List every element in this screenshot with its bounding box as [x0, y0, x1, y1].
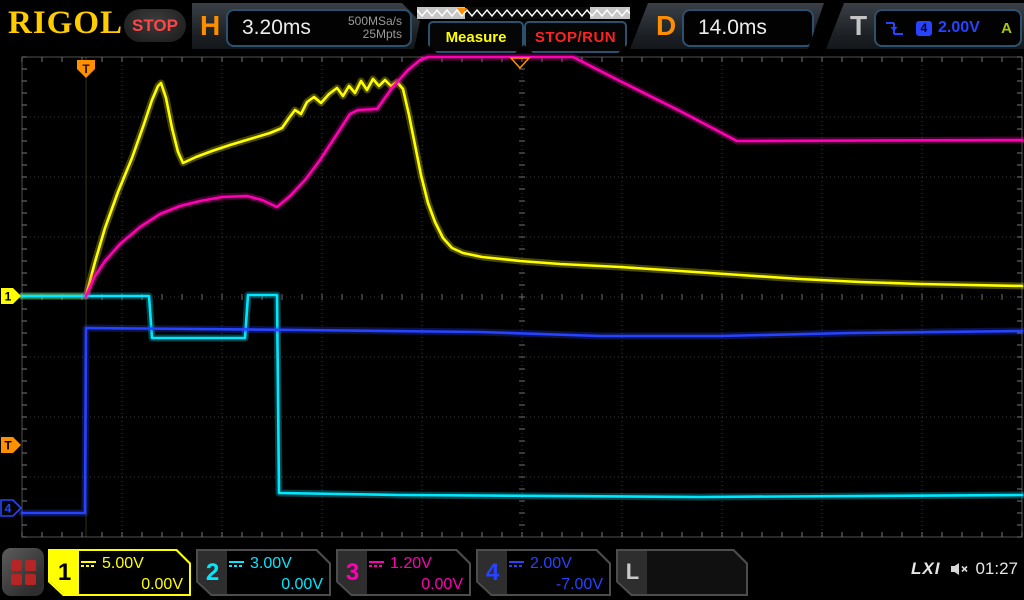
menu-button[interactable]	[2, 548, 44, 596]
menu-grid-icon	[10, 559, 36, 585]
marker-4[interactable]: 4	[0, 499, 23, 517]
channel-4-number: 4	[485, 559, 500, 586]
channel-1-box[interactable]: 1 5.00V 0.00V	[48, 549, 191, 596]
channel-4-offset: -7.00V	[555, 576, 603, 593]
lxi-logo: LXI	[911, 559, 941, 578]
dc-coupling-icon	[81, 561, 96, 567]
channel-1-scale: 5.00V	[102, 554, 144, 572]
channel-3-offset: 0.00V	[421, 576, 463, 593]
marker-1[interactable]: 1	[1, 288, 21, 304]
svg-text:T: T	[4, 439, 12, 453]
svg-text:1: 1	[5, 290, 12, 304]
dc-coupling-icon	[229, 561, 244, 567]
channel-2-offset: 0.00V	[281, 576, 323, 593]
channel-2-number: 2	[205, 559, 220, 586]
channel-4-scale: 2.00V	[530, 554, 572, 572]
trace-ch1	[18, 75, 1024, 300]
channel-1-number: 1	[57, 559, 72, 586]
logic-channels-row1: 0 1 2 3 4 5 6 7	[652, 593, 742, 600]
oscilloscope-screen: { "header": { "brand": "RIGOL", "run_sta…	[0, 0, 1024, 600]
clock: 01:27	[975, 559, 1018, 578]
channel-3-box[interactable]: 3 1.20V 0.00V	[336, 549, 471, 596]
svg-text:4: 4	[5, 502, 12, 516]
channel-2-scale: 3.00V	[250, 554, 292, 572]
dc-coupling-icon	[509, 561, 524, 567]
channel-3-scale: 1.20V	[390, 554, 432, 572]
marker-t[interactable]: T	[1, 437, 21, 453]
channel-4-box[interactable]: 4 2.00V -7.00V	[476, 549, 611, 596]
trigger-time-marker[interactable]: T	[77, 60, 95, 78]
channel-1-offset: 0.00V	[141, 576, 183, 593]
logic-analyzer-box[interactable]: L 0 1 2 3 4 5 6 7 8 9 1011 12131415	[616, 549, 748, 596]
bottom-status-bar: 1 5.00V 0.00V 2 3.00V 0.00V 3 1.20V 0.00…	[0, 545, 1024, 600]
dc-coupling-icon	[369, 561, 384, 567]
speaker-mute-icon	[951, 563, 969, 575]
channel-3-number: 3	[345, 559, 360, 586]
waveform-display[interactable]: 1 T 4 T	[0, 0, 1024, 600]
logic-label: L	[625, 559, 640, 584]
svg-text:T: T	[82, 62, 90, 76]
channel-2-box[interactable]: 2 3.00V 0.00V	[196, 549, 331, 596]
